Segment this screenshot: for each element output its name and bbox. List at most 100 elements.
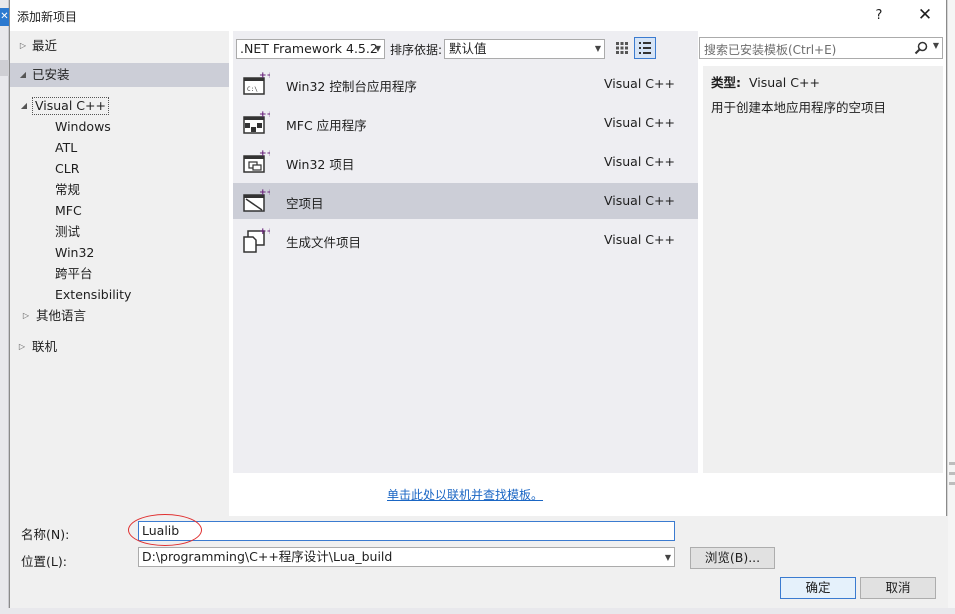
search-placeholder: 搜索已安装模板(Ctrl+E) (704, 43, 837, 57)
template-details-panel (703, 66, 943, 473)
name-value: Lualib (142, 523, 180, 538)
tree-item-installed[interactable]: ◢ 已安装 (10, 63, 229, 87)
background-app-bottom (0, 608, 955, 614)
template-language: Visual C++ (604, 154, 675, 169)
tree-item-mfc[interactable]: MFC (10, 200, 229, 222)
tree-item-label: 最近 (32, 38, 58, 53)
visual-cpp-label: Visual C++ (32, 97, 109, 115)
win32-project-icon: ++ (243, 149, 270, 173)
template-type: 类型: Visual C++ (711, 72, 820, 91)
template-language: Visual C++ (604, 193, 675, 208)
type-value: Visual C++ (748, 75, 820, 90)
add-new-item-dialog: 添加新项目 ? ✕ ▷ 最近 ◢ 已安装 ◢ Visual C++ Window… (9, 0, 948, 608)
tree-item-label: 已安装 (32, 67, 70, 82)
location-label: 位置(L): (21, 554, 67, 569)
background-app-scrollbar (947, 0, 955, 614)
console-app-icon: C:\ ++ (243, 71, 270, 95)
background-mark (949, 482, 955, 485)
ok-button[interactable]: 确定 (780, 577, 856, 599)
sort-label: 排序依据: (390, 43, 443, 57)
help-button[interactable]: ? (868, 6, 890, 26)
template-item-empty-project[interactable]: ++ 空项目 Visual C++ (233, 183, 698, 219)
category-tree: ▷ 最近 ◢ 已安装 ◢ Visual C++ Windows ATL CLR … (10, 31, 229, 516)
find-templates-online-link[interactable]: 单击此处以联机并查找模板。 (387, 486, 543, 503)
template-language: Visual C++ (604, 232, 675, 247)
grid-view-icon (616, 42, 628, 54)
template-name: 空项目 (286, 196, 324, 211)
tree-item-label: CLR (55, 161, 80, 176)
list-view-icon (639, 42, 651, 54)
browse-button[interactable]: 浏览(B)... (690, 547, 775, 569)
background-app-sidebar: ✕ (0, 0, 9, 614)
svg-text:C:\: C:\ (247, 86, 258, 93)
collapse-arrow-icon[interactable]: ◢ (18, 63, 28, 87)
template-name: Win32 控制台应用程序 (286, 79, 417, 94)
template-language: Visual C++ (604, 115, 675, 130)
tree-item-online[interactable]: ▷ 联机 (10, 336, 229, 358)
tree-item-win32[interactable]: Win32 (10, 242, 229, 264)
tree-item-atl[interactable]: ATL (10, 137, 229, 159)
tree-item-test[interactable]: 测试 (10, 221, 229, 243)
template-name: Win32 项目 (286, 157, 355, 172)
template-item-makefile-project[interactable]: ++ 生成文件项目 Visual C++ (233, 222, 698, 258)
template-item-win32-console[interactable]: C:\ ++ Win32 控制台应用程序 Visual C++ (233, 66, 698, 102)
svg-text:++: ++ (259, 110, 270, 120)
name-input[interactable]: Lualib (138, 521, 675, 541)
expand-arrow-icon[interactable]: ▷ (18, 35, 28, 57)
tree-item-label: 其他语言 (36, 308, 87, 323)
tree-item-cross-platform[interactable]: 跨平台 (10, 263, 229, 285)
tree-item-label: ATL (55, 140, 78, 155)
chevron-down-icon[interactable]: ▼ (665, 549, 671, 567)
dialog-title: 添加新项目 (17, 10, 78, 24)
makefile-project-icon: ++ (243, 227, 270, 253)
empty-project-icon: ++ (243, 188, 270, 212)
chevron-down-icon[interactable]: ▼ (933, 41, 939, 50)
collapse-arrow-icon[interactable]: ◢ (19, 95, 29, 117)
expand-arrow-icon[interactable]: ▷ (17, 336, 27, 358)
name-label: 名称(N): (21, 527, 70, 542)
list-view-button[interactable] (634, 37, 656, 59)
tree-item-other-languages[interactable]: ▷ 其他语言 (10, 305, 229, 327)
tree-item-visual-cpp[interactable]: ◢ Visual C++ (10, 95, 229, 117)
mfc-app-icon: ++ (243, 110, 270, 134)
template-description: 用于创建本地应用程序的空项目 (711, 100, 887, 115)
framework-select[interactable]: .NET Framework 4.5.2 ▼ (236, 39, 385, 59)
background-mark (949, 472, 955, 475)
expand-arrow-icon[interactable]: ▷ (21, 305, 31, 327)
template-item-win32-project[interactable]: ++ Win32 项目 Visual C++ (233, 144, 698, 180)
template-name: 生成文件项目 (286, 235, 362, 250)
tree-item-label: 测试 (55, 224, 81, 239)
tree-item-label: Windows (55, 119, 111, 134)
location-input[interactable]: D:\programming\C++程序设计\Lua_build ▼ (138, 547, 675, 567)
search-templates-input[interactable]: 搜索已安装模板(Ctrl+E) ▼ (699, 37, 943, 59)
svg-text:++: ++ (259, 149, 270, 159)
search-icon[interactable] (914, 41, 928, 55)
close-button[interactable]: ✕ (910, 4, 940, 26)
tree-item-label: Extensibility (55, 287, 132, 302)
grid-view-button[interactable] (612, 38, 632, 58)
svg-text:++: ++ (259, 71, 270, 81)
location-value: D:\programming\C++程序设计\Lua_build (142, 549, 393, 564)
title-bar: 添加新项目 ? ✕ (10, 0, 946, 31)
tree-item-label: Win32 (55, 245, 95, 260)
background-app-tab-2 (0, 60, 9, 76)
svg-text:++: ++ (259, 227, 270, 237)
tree-item-recent[interactable]: ▷ 最近 (10, 35, 229, 57)
tree-item-label: Visual C++ (32, 95, 109, 117)
tree-item-windows[interactable]: Windows (10, 116, 229, 138)
background-mark (949, 462, 955, 465)
tree-item-clr[interactable]: CLR (10, 158, 229, 180)
tree-item-extensibility[interactable]: Extensibility (10, 284, 229, 306)
sort-value: 默认值 (449, 41, 487, 56)
tree-item-general[interactable]: 常规 (10, 179, 229, 201)
tree-item-label: 常规 (55, 182, 81, 197)
type-label: 类型: (711, 75, 741, 90)
template-language: Visual C++ (604, 76, 675, 91)
tree-item-label: MFC (55, 203, 82, 218)
template-item-mfc[interactable]: ++ MFC 应用程序 Visual C++ (233, 105, 698, 141)
tree-item-label: 联机 (32, 339, 58, 354)
cancel-button[interactable]: 取消 (860, 577, 936, 599)
tree-item-label: 跨平台 (55, 266, 93, 281)
svg-text:++: ++ (259, 188, 270, 198)
sort-select[interactable]: 默认值 ▼ (444, 39, 605, 59)
